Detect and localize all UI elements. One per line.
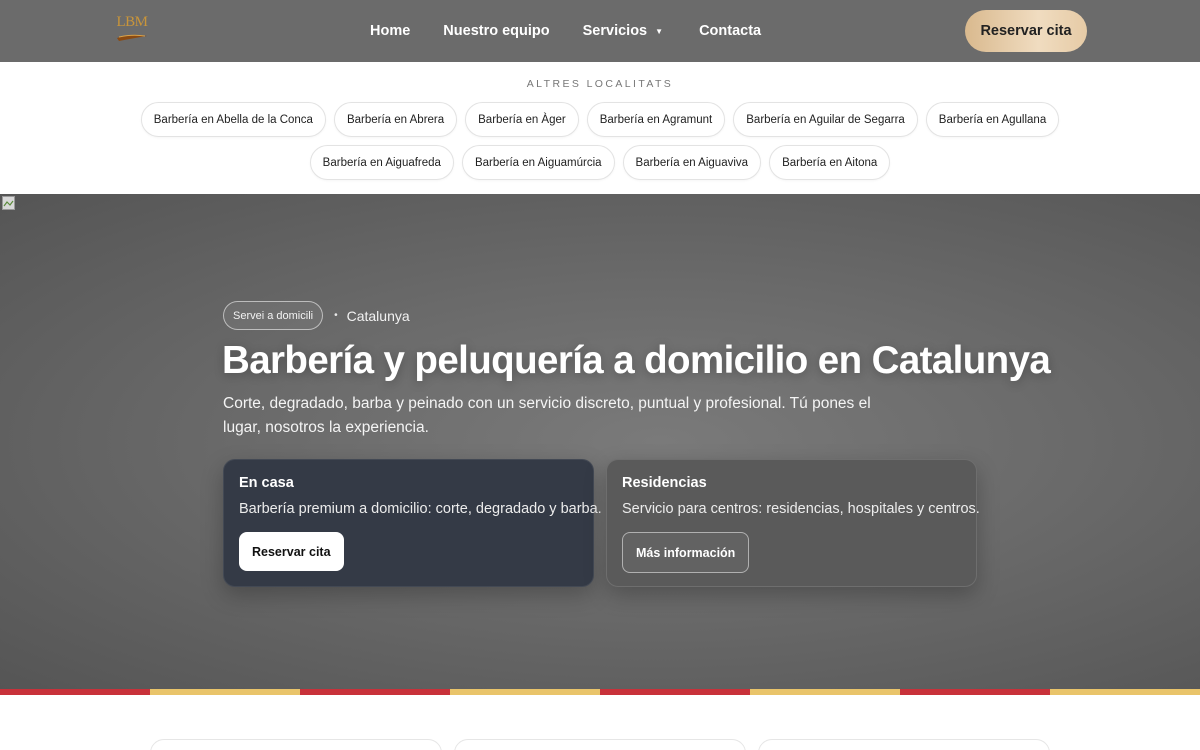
feature-card-peek [150,739,442,750]
feature-card-peek [454,739,746,750]
card-title: Residencias [622,475,707,491]
card-text: Servicio para centros: residencias, hosp… [622,501,980,517]
logo-text: LBM [116,14,148,30]
logo-swoosh-icon [117,34,147,41]
reservar-cita-header-button[interactable]: Reservar cita [965,10,1087,52]
feature-card-peek [758,739,1050,750]
brand-logo[interactable]: LBM [114,14,150,46]
stripe-segment [600,689,750,695]
nav-servicios-label: Servicios [582,23,648,39]
region-label: Catalunya [346,307,410,324]
stripe-segment [900,689,1050,695]
mas-informacion-button[interactable]: Más información [622,532,750,573]
nav-home[interactable]: Home [370,23,410,39]
caret-down-icon: ▼ [655,26,664,36]
card-title: En casa [239,475,294,491]
hero-meta: Servei a domicili • Catalunya [223,301,410,330]
nav-nuestro-equipo[interactable]: Nuestro equipo [443,23,549,39]
nav-servicios[interactable]: Servicios ▼ [583,23,663,39]
reservar-cita-button[interactable]: Reservar cita [239,532,344,571]
en-casa-card: En casa Barbería premium a domicilio: co… [223,459,602,587]
stripe-segment [1050,689,1200,695]
localities-title: ALTRES LOCALITATS [526,78,674,90]
localities-row-1: Barbería en Abella de la Conca Barbería … [0,102,1200,137]
service-badge: Servei a domicili [223,301,324,330]
locality-chip[interactable]: Barbería en Aitona [769,145,891,180]
residencias-card: Residencias Servicio para centros: resid… [606,459,980,587]
locality-chip[interactable]: Barbería en Aguilar de Segarra [733,102,918,137]
locality-chip[interactable]: Barbería en Abrera [333,102,458,137]
stripe-segment [450,689,600,695]
localities-row-2: Barbería en Aiguafreda Barbería en Aigua… [0,145,1200,180]
main-nav: Home Nuestro equipo Servicios ▼ Contacta [370,0,761,62]
broken-image-icon [2,196,15,210]
nav-contacta[interactable]: Contacta [699,23,761,39]
locality-chip[interactable]: Barbería en Aiguafreda [309,145,454,180]
hero-subtitle: Corte, degradado, barba y peinado con un… [223,395,871,436]
stripe-segment [300,689,450,695]
stripe-segment [150,689,300,695]
locality-chip[interactable]: Barbería en Aiguamúrcia [461,145,615,180]
locality-chip[interactable]: Barbería en Agullana [925,102,1060,137]
locality-chip[interactable]: Barbería en Agramunt [586,102,726,137]
meta-separator: • [334,310,338,321]
hero-section: Servei a domicili • Catalunya Barbería y… [0,194,1200,690]
locality-chip[interactable]: Barbería en Abella de la Conca [140,102,326,137]
stripe-segment [750,689,900,695]
site-header: LBM Home Nuestro equipo Servicios ▼ Cont… [0,0,1200,62]
hero-title: Barbería y peluquería a domicilio en Cat… [222,339,1051,382]
card-text: Barbería premium a domicilio: corte, deg… [239,501,602,517]
catalan-flag-stripe [0,689,1200,695]
locality-chip[interactable]: Barbería en Àger [465,102,579,137]
locality-chip[interactable]: Barbería en Aiguaviva [622,145,762,180]
stripe-segment [0,689,150,695]
